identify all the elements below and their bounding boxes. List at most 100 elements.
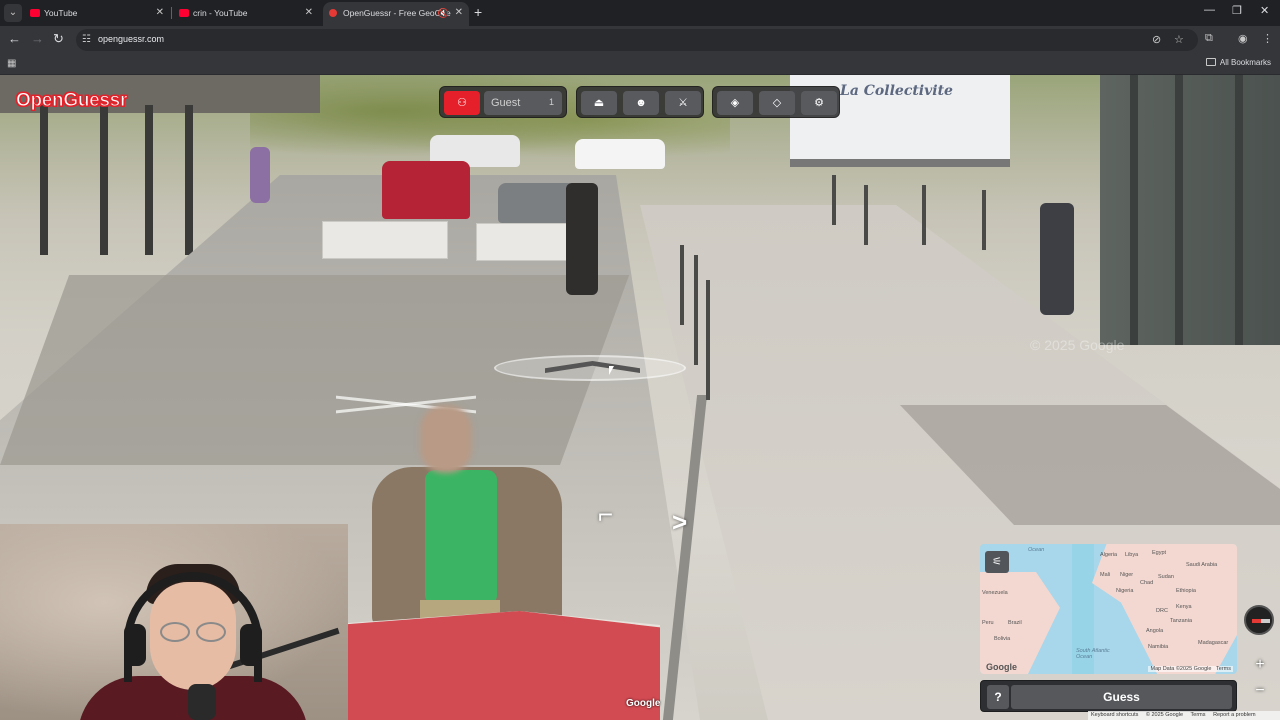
tab-label: YouTube bbox=[44, 8, 78, 18]
youtube-favicon-icon bbox=[179, 9, 189, 17]
map-label: Nigeria bbox=[1116, 588, 1134, 594]
footer-terms-link[interactable]: Terms bbox=[1191, 712, 1206, 718]
openguessr-logo[interactable]: OpenGuessr bbox=[15, 90, 127, 112]
bollard bbox=[982, 190, 986, 250]
close-tab-icon[interactable]: ✕ bbox=[156, 2, 164, 24]
glasses-lens bbox=[160, 622, 190, 642]
muted-audio-icon[interactable]: 🔇 bbox=[438, 2, 449, 24]
add-player-icon[interactable]: ⚇ bbox=[444, 91, 480, 115]
menu-kebab-icon[interactable]: ⋮ bbox=[1262, 32, 1273, 45]
map-label: Mali bbox=[1100, 572, 1111, 578]
map-label: Brazil bbox=[1008, 620, 1022, 626]
pedestrian bbox=[566, 183, 598, 295]
map-label: Venezuela bbox=[982, 590, 1008, 596]
shelter-post bbox=[100, 105, 108, 255]
map-google-logo: Google bbox=[986, 662, 1017, 672]
tab-openguessr[interactable]: OpenGuessr - Free GeoGue 🔇 ✕ bbox=[323, 2, 469, 26]
map-credit: Map Data ©2025 Google Terms bbox=[1148, 666, 1233, 672]
zoom-out-icon[interactable]: − bbox=[1250, 682, 1270, 702]
restore-icon[interactable]: ❐ bbox=[1232, 4, 1242, 17]
pedestrian bbox=[1040, 203, 1074, 315]
map-label: Chad bbox=[1140, 580, 1154, 586]
webcam-overlay bbox=[0, 524, 348, 720]
map-label: Niger bbox=[1120, 572, 1134, 578]
glasses-lens bbox=[196, 622, 226, 642]
compass-needle bbox=[1252, 619, 1270, 623]
battle-swords-icon[interactable]: ⚔ bbox=[665, 91, 701, 115]
help-button[interactable]: ? bbox=[987, 685, 1009, 709]
extensions-icon[interactable]: ⧉ bbox=[1205, 32, 1213, 45]
building-fence bbox=[1100, 75, 1280, 345]
apps-grid-icon[interactable]: ▦ bbox=[7, 58, 16, 69]
truck-sign-text: La Collectivite bbox=[840, 83, 953, 99]
map-label: Sudan bbox=[1158, 574, 1174, 580]
fence-bar bbox=[1130, 75, 1138, 345]
minimize-icon[interactable]: — bbox=[1204, 4, 1215, 16]
keyboard-shortcuts-link[interactable]: Keyboard shortcuts bbox=[1091, 712, 1138, 718]
browser-toolbar: ← → ↻ ☷ openguessr.com ⊘ ☆ ⧉ ◉ ⋮ bbox=[0, 26, 1280, 54]
concrete-block bbox=[322, 221, 448, 259]
map-label: Peru bbox=[982, 620, 994, 626]
fence-bar bbox=[1175, 75, 1183, 345]
education-icon[interactable]: ◇ bbox=[759, 91, 795, 115]
reload-icon[interactable]: ↻ bbox=[53, 31, 64, 47]
map-label: South Atlantic Ocean bbox=[1076, 648, 1110, 660]
close-window-icon[interactable]: ✕ bbox=[1260, 4, 1269, 17]
eye-slash-icon[interactable]: ⊘ bbox=[1152, 33, 1161, 46]
map-filter-icon[interactable]: ⚟ bbox=[985, 551, 1009, 573]
browser-tab-bar: ⌄ YouTube ✕ crin - YouTube ✕ OpenGuessr … bbox=[0, 0, 1280, 26]
settings-gear-icon[interactable]: ⚙ bbox=[801, 91, 837, 115]
red-car bbox=[382, 161, 470, 219]
folder-icon bbox=[1205, 58, 1216, 66]
report-problem-link[interactable]: Report a problem bbox=[1213, 712, 1256, 718]
tab-search-icon[interactable]: ⌄ bbox=[4, 4, 22, 22]
profile-icon[interactable]: ◉ bbox=[1238, 32, 1248, 45]
parked-car bbox=[575, 139, 665, 169]
fence-bar bbox=[1235, 75, 1243, 345]
back-arrow-icon[interactable]: ← bbox=[8, 31, 21, 46]
move-ring[interactable] bbox=[494, 355, 686, 381]
headset-earcup bbox=[240, 624, 262, 666]
bollard bbox=[864, 185, 868, 245]
close-tab-icon[interactable]: ✕ bbox=[455, 2, 463, 24]
microphone bbox=[188, 684, 216, 720]
map-label: Libya bbox=[1125, 552, 1139, 558]
shelter-post bbox=[185, 105, 193, 255]
bookmarks-bar: ▦ All Bookmarks bbox=[0, 54, 1280, 75]
tab-separator bbox=[171, 7, 172, 19]
layers-icon[interactable]: ◈ bbox=[717, 91, 753, 115]
guess-minimap[interactable]: Ocean Algeria Libya Egypt Mali Niger Cha… bbox=[980, 544, 1237, 674]
youtube-favicon-icon bbox=[30, 9, 40, 17]
mode-panel: ⏏ ☻ ⚔ bbox=[576, 86, 704, 118]
tab-crin-youtube[interactable]: crin - YouTube ✕ bbox=[173, 2, 319, 24]
compass-icon[interactable] bbox=[1244, 605, 1274, 635]
new-tab-plus-icon[interactable]: + bbox=[474, 4, 482, 20]
close-tab-icon[interactable]: ✕ bbox=[305, 2, 313, 24]
map-label: Ethiopia bbox=[1176, 588, 1196, 594]
leaderboard-icon[interactable]: ⏏ bbox=[581, 91, 617, 115]
guest-field[interactable]: Guest 1 bbox=[484, 91, 562, 115]
map-label: Madagascar bbox=[1198, 640, 1229, 646]
bookmark-star-icon[interactable]: ☆ bbox=[1174, 33, 1184, 46]
openguessr-favicon-icon bbox=[329, 9, 337, 17]
chevron-right-icon[interactable]: > bbox=[672, 507, 687, 538]
tab-youtube[interactable]: YouTube ✕ bbox=[24, 2, 170, 24]
map-label: Namibia bbox=[1148, 644, 1169, 650]
address-bar[interactable]: ☷ openguessr.com ⊘ ☆ bbox=[76, 29, 1198, 51]
map-label: Angola bbox=[1146, 628, 1164, 634]
all-bookmarks-button[interactable]: All Bookmarks bbox=[1205, 58, 1271, 67]
pedestrian bbox=[250, 147, 270, 203]
bollard bbox=[922, 185, 926, 245]
bollard bbox=[680, 245, 684, 325]
multiplayer-icon[interactable]: ☻ bbox=[623, 91, 659, 115]
player-panel: ⚇ Guest 1 bbox=[439, 86, 567, 118]
map-label: Saudi Arabia bbox=[1186, 562, 1218, 568]
chevron-left-icon[interactable]: ⌐ bbox=[598, 499, 613, 530]
forward-arrow-icon[interactable]: → bbox=[31, 31, 44, 46]
zoom-in-icon[interactable]: + bbox=[1250, 656, 1270, 676]
map-label: Bolivia bbox=[994, 636, 1011, 642]
guess-button[interactable]: Guess bbox=[1011, 685, 1232, 709]
map-label: DRC bbox=[1156, 608, 1168, 614]
map-terms-link[interactable]: Terms bbox=[1216, 666, 1231, 672]
site-info-icon[interactable]: ☷ bbox=[82, 34, 94, 46]
